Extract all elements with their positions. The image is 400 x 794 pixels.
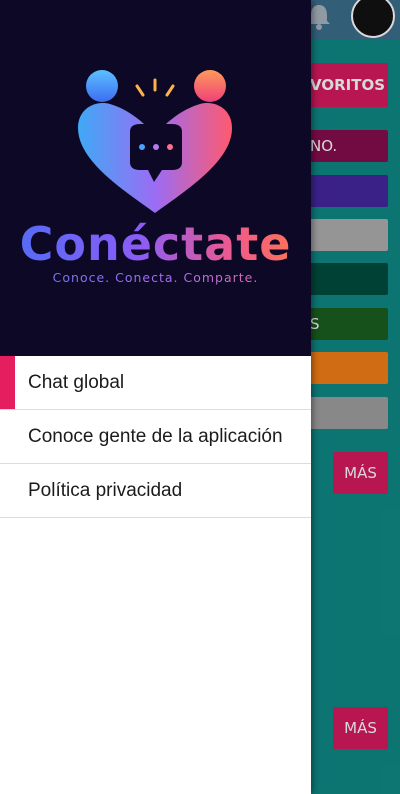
menu-item-politica-privacidad[interactable]: Política privacidad [0,464,311,518]
menu-item-label: Chat global [28,371,125,393]
menu-item-conoce-gente[interactable]: Conoce gente de la aplicación [0,410,311,464]
brand-name: Conéctate [0,217,311,271]
conectate-logo-icon [78,70,232,213]
menu-item-label: Conoce gente de la aplicación [28,425,283,447]
active-indicator [0,356,15,409]
drawer-menu: Chat global Conoce gente de la aplicació… [0,356,311,518]
navigation-drawer: Conéctate Conoce. Conecta. Comparte. Cha… [0,0,311,794]
menu-item-label: Política privacidad [28,479,183,501]
menu-item-chat-global[interactable]: Chat global [0,356,311,410]
brand-tagline: Conoce. Conecta. Comparte. [0,270,311,285]
drawer-header: Conéctate Conoce. Conecta. Comparte. [0,0,311,356]
